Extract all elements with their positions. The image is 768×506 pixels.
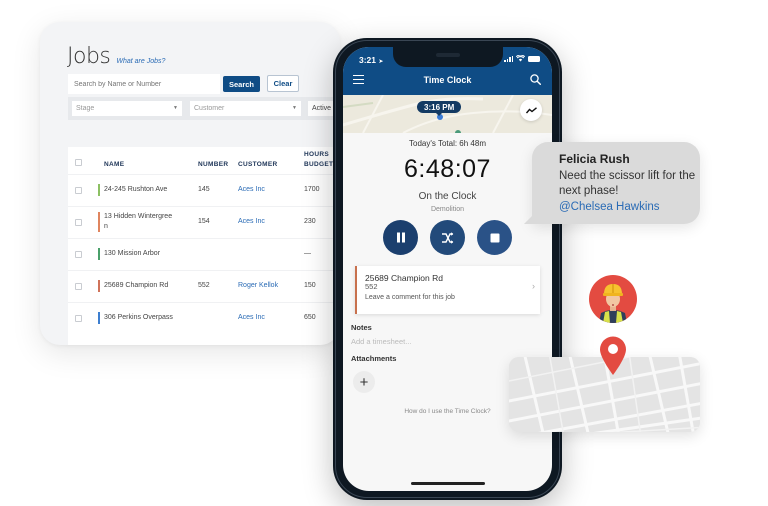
status-bar-icons <box>504 55 540 62</box>
phone-notch <box>392 47 503 67</box>
elapsed-timer: 6:48:07 <box>404 155 491 183</box>
select-all-checkbox[interactable] <box>75 159 82 166</box>
clock-status: On the Clock <box>418 191 477 202</box>
table-row[interactable]: 130 Mission Arbor — <box>68 238 340 270</box>
customer-link[interactable]: Aces Inc <box>238 313 265 323</box>
customer-filter-label: Customer <box>194 105 225 112</box>
attachments-label: Attachments <box>351 354 397 363</box>
app-title: Time Clock <box>423 75 472 85</box>
notes-label: Notes <box>351 323 372 332</box>
page-title: Jobs <box>67 44 111 69</box>
hours-budget: 1700 <box>304 186 320 193</box>
table-row[interactable]: 306 Perkins Overpass Aces Inc 650 <box>68 302 340 334</box>
current-job-card[interactable]: 25689 Champion Rd 552 Leave a comment fo… <box>355 266 540 314</box>
job-number: 145 <box>198 186 210 193</box>
row-checkbox[interactable] <box>75 187 82 194</box>
switch-job-button[interactable] <box>430 220 465 255</box>
column-header-name[interactable]: NAME <box>104 161 124 168</box>
table-row[interactable]: 13 Hidden Wintergree n 154 Aces Inc 230 <box>68 206 340 238</box>
job-type-label: Demolition <box>430 206 465 213</box>
hours-budget: — <box>304 250 311 257</box>
map-time-badge: 3:16 PM <box>417 101 462 113</box>
job-number: 552 <box>198 282 210 289</box>
job-card-comment-prompt[interactable]: Leave a comment for this job <box>365 294 455 301</box>
location-mini-map[interactable]: 3:16 PM <box>343 95 552 133</box>
jobs-title-row: Jobs What are Jobs? <box>67 44 165 69</box>
battery-icon <box>528 55 540 62</box>
row-checkbox[interactable] <box>75 251 82 258</box>
pause-button[interactable] <box>383 220 418 255</box>
chevron-down-icon: ▼ <box>173 105 178 111</box>
map-pin-icon <box>600 336 626 375</box>
stop-icon <box>490 233 499 242</box>
location-arrow-icon: ➤ <box>378 59 384 65</box>
column-header-customer[interactable]: CUSTOMER <box>238 161 277 168</box>
status-bar-time: 3:21 ➤ <box>359 55 383 65</box>
add-attachment-button[interactable]: + <box>353 371 375 393</box>
table-row[interactable]: 25689 Champion Rd 552 Roger Kellok 150 <box>68 270 340 302</box>
stage-indicator <box>98 184 100 196</box>
wifi-icon <box>516 55 525 62</box>
pause-icon <box>396 232 405 243</box>
status-filter-label: Active <box>312 105 332 112</box>
status-time-text: 3:21 <box>359 55 377 65</box>
construction-worker-icon <box>599 284 627 323</box>
customer-link[interactable]: Aces Inc <box>238 185 265 195</box>
search-input[interactable] <box>68 74 220 94</box>
row-checkbox[interactable] <box>75 283 82 290</box>
jobs-panel: Jobs What are Jobs? Search Clear Stage ▼… <box>40 22 340 345</box>
stage-filter-select[interactable]: Stage ▼ <box>72 101 182 116</box>
search-icon[interactable] <box>530 74 541 85</box>
chat-mention-link[interactable]: @Chelsea Hawkins <box>559 201 660 213</box>
column-header-hours[interactable]: HOURS <box>304 151 329 158</box>
job-name[interactable]: 306 Perkins Overpass <box>104 313 173 323</box>
row-checkbox[interactable] <box>75 315 82 322</box>
column-header-budget[interactable]: BUDGET <box>304 161 333 168</box>
hours-budget: 230 <box>304 218 316 225</box>
chat-message-text: Need the scissor lift for the next phase… <box>559 170 696 197</box>
plus-icon: + <box>359 373 369 391</box>
chevron-down-icon: ▼ <box>292 105 297 111</box>
clear-button[interactable]: Clear <box>267 75 299 92</box>
job-number: 154 <box>198 218 210 225</box>
row-checkbox[interactable] <box>75 219 82 226</box>
todays-total: Today's Total: 6h 48m <box>409 139 486 148</box>
job-card-number: 552 <box>365 282 378 291</box>
shuffle-icon <box>442 231 454 244</box>
filter-bar: Stage ▼ Customer ▼ Active <box>68 97 340 120</box>
chevron-right-icon: › <box>532 281 535 291</box>
hours-budget: 650 <box>304 314 316 321</box>
stage-indicator <box>98 248 100 260</box>
trend-line-icon <box>525 106 537 113</box>
home-indicator[interactable] <box>410 482 485 485</box>
job-name[interactable]: 13 Hidden Wintergree <box>104 212 172 222</box>
search-button[interactable]: Search <box>223 76 260 92</box>
stage-indicator <box>98 280 100 292</box>
stage-indicator <box>98 212 100 232</box>
cellular-signal-icon <box>504 55 513 62</box>
column-header-number[interactable]: NUMBER <box>198 161 228 168</box>
jobs-table: NAME NUMBER CUSTOMER HOURS BUDGET 24-245… <box>68 147 340 345</box>
what-are-jobs-link[interactable]: What are Jobs? <box>116 58 165 65</box>
timeline-button[interactable] <box>520 99 542 121</box>
customer-filter-select[interactable]: Customer ▼ <box>190 101 301 116</box>
notes-input[interactable]: Add a timesheet... <box>351 337 411 346</box>
worker-avatar <box>589 275 637 323</box>
stop-button[interactable] <box>477 220 512 255</box>
job-name[interactable]: 130 Mission Arbor <box>104 249 160 259</box>
customer-link[interactable]: Roger Kellok <box>238 281 278 291</box>
chat-message-bubble: Felicia Rush Need the scissor lift for t… <box>532 142 700 224</box>
job-name-wrap: n <box>104 223 108 230</box>
clock-controls <box>343 220 552 255</box>
job-name[interactable]: 25689 Champion Rd <box>104 281 168 291</box>
hours-budget: 150 <box>304 282 316 289</box>
stage-filter-label: Stage <box>76 105 95 112</box>
job-name[interactable]: 24-245 Rushton Ave <box>104 185 167 195</box>
chat-sender: Felicia Rush <box>559 152 630 166</box>
stage-indicator <box>98 312 100 324</box>
customer-link[interactable]: Aces Inc <box>238 217 265 227</box>
table-row[interactable]: 24-245 Rushton Ave 145 Aces Inc 1700 <box>68 174 340 206</box>
